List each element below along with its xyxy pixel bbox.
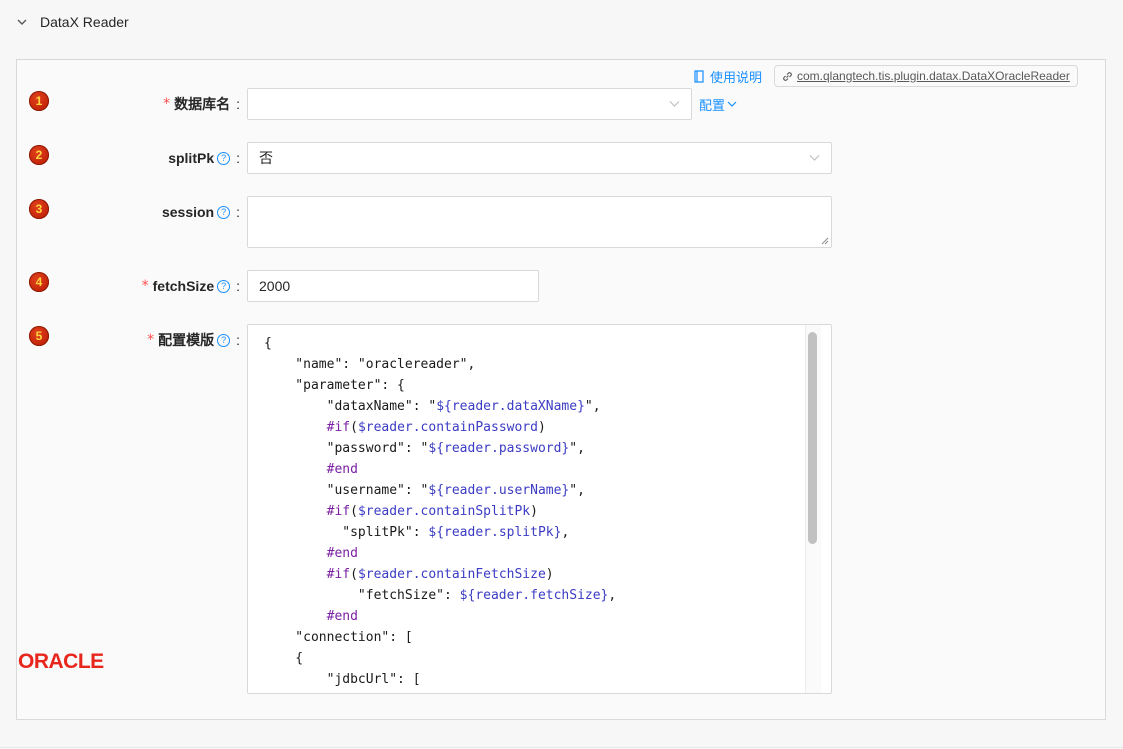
code-line: #if($reader.containFetchSize) [326, 567, 554, 582]
session-textarea[interactable] [247, 196, 832, 248]
step-badge-3: 3 [29, 199, 49, 219]
chevron-down-icon [809, 155, 820, 161]
code-line: #end [326, 462, 358, 477]
session-label: session ? : [161, 204, 240, 220]
code-line: "connection": [ [264, 630, 413, 645]
fetchsize-input[interactable]: 2000 [247, 270, 539, 302]
section-title: DataX Reader [40, 14, 129, 30]
code-line: "splitPk": ${reader.splitPk}, [264, 525, 570, 540]
code-line: "dataxName": "${reader.dataXName}", [264, 399, 601, 414]
divider [0, 747, 1123, 748]
template-label: * 配置模版 ? : [147, 332, 240, 348]
resize-handle-icon[interactable] [821, 237, 829, 245]
code-scrollbar[interactable] [808, 332, 817, 544]
code-line: #if($reader.containSplitPk) [326, 504, 538, 519]
code-line: "name": "oraclereader", [264, 357, 476, 372]
code-line: { [264, 336, 272, 351]
plugin-class-label[interactable]: com.qlangtech.tis.plugin.datax.DataXOrac… [797, 69, 1070, 83]
template-code-editor[interactable]: { "name": "oraclereader", "parameter": {… [247, 324, 832, 694]
oracle-logo: ORACLE [18, 650, 105, 672]
usage-doc-link[interactable]: 使用说明 [693, 67, 762, 85]
splitpk-value: 否 [259, 150, 273, 166]
step-badge-2: 2 [29, 145, 49, 165]
step-badge-5: 5 [29, 326, 49, 346]
code-line: { [264, 651, 304, 666]
code-line: #end [326, 546, 358, 561]
collapse-header[interactable]: DataX Reader [0, 0, 1123, 46]
chevron-down-icon [727, 101, 737, 107]
usage-doc-label[interactable]: 使用说明 [710, 67, 762, 86]
fetchsize-value: 2000 [259, 278, 291, 294]
template-code[interactable]: { "name": "oraclereader", "parameter": {… [264, 333, 616, 690]
step-badge-1: 1 [29, 91, 49, 111]
code-line: "password": "${reader.password}", [264, 441, 585, 456]
code-line: "fetchSize": ${reader.fetchSize}, [264, 588, 617, 603]
code-line: "username": "${reader.userName}", [264, 483, 585, 498]
code-line: "jdbcUrl": [ [264, 672, 421, 687]
chevron-down-icon [669, 101, 680, 107]
fetchsize-label: * fetchSize ? : [141, 278, 240, 294]
code-line: #end [326, 609, 358, 624]
help-icon[interactable]: ? [217, 151, 231, 165]
book-icon [694, 69, 704, 83]
code-line: #if($reader.containPassword) [326, 420, 546, 435]
chevron-down-icon[interactable] [16, 16, 28, 28]
help-icon[interactable]: ? [217, 279, 231, 293]
plugin-class-tag[interactable]: com.qlangtech.tis.plugin.datax.DataXOrac… [774, 65, 1078, 87]
link-icon [783, 71, 792, 81]
help-icon[interactable]: ? [217, 205, 231, 219]
splitpk-select[interactable]: 否 [247, 142, 832, 174]
help-icon[interactable]: ? [217, 333, 231, 347]
dbname-select[interactable] [247, 88, 692, 120]
dbname-config-dropdown[interactable]: 配置 [699, 95, 737, 114]
dbname-label: * 数据库名 : [163, 96, 240, 112]
svg-text:ORACLE: ORACLE [18, 650, 104, 672]
step-badge-4: 4 [29, 272, 49, 292]
splitpk-label: splitPk ? : [168, 150, 240, 166]
code-line: "parameter": { [264, 378, 405, 393]
